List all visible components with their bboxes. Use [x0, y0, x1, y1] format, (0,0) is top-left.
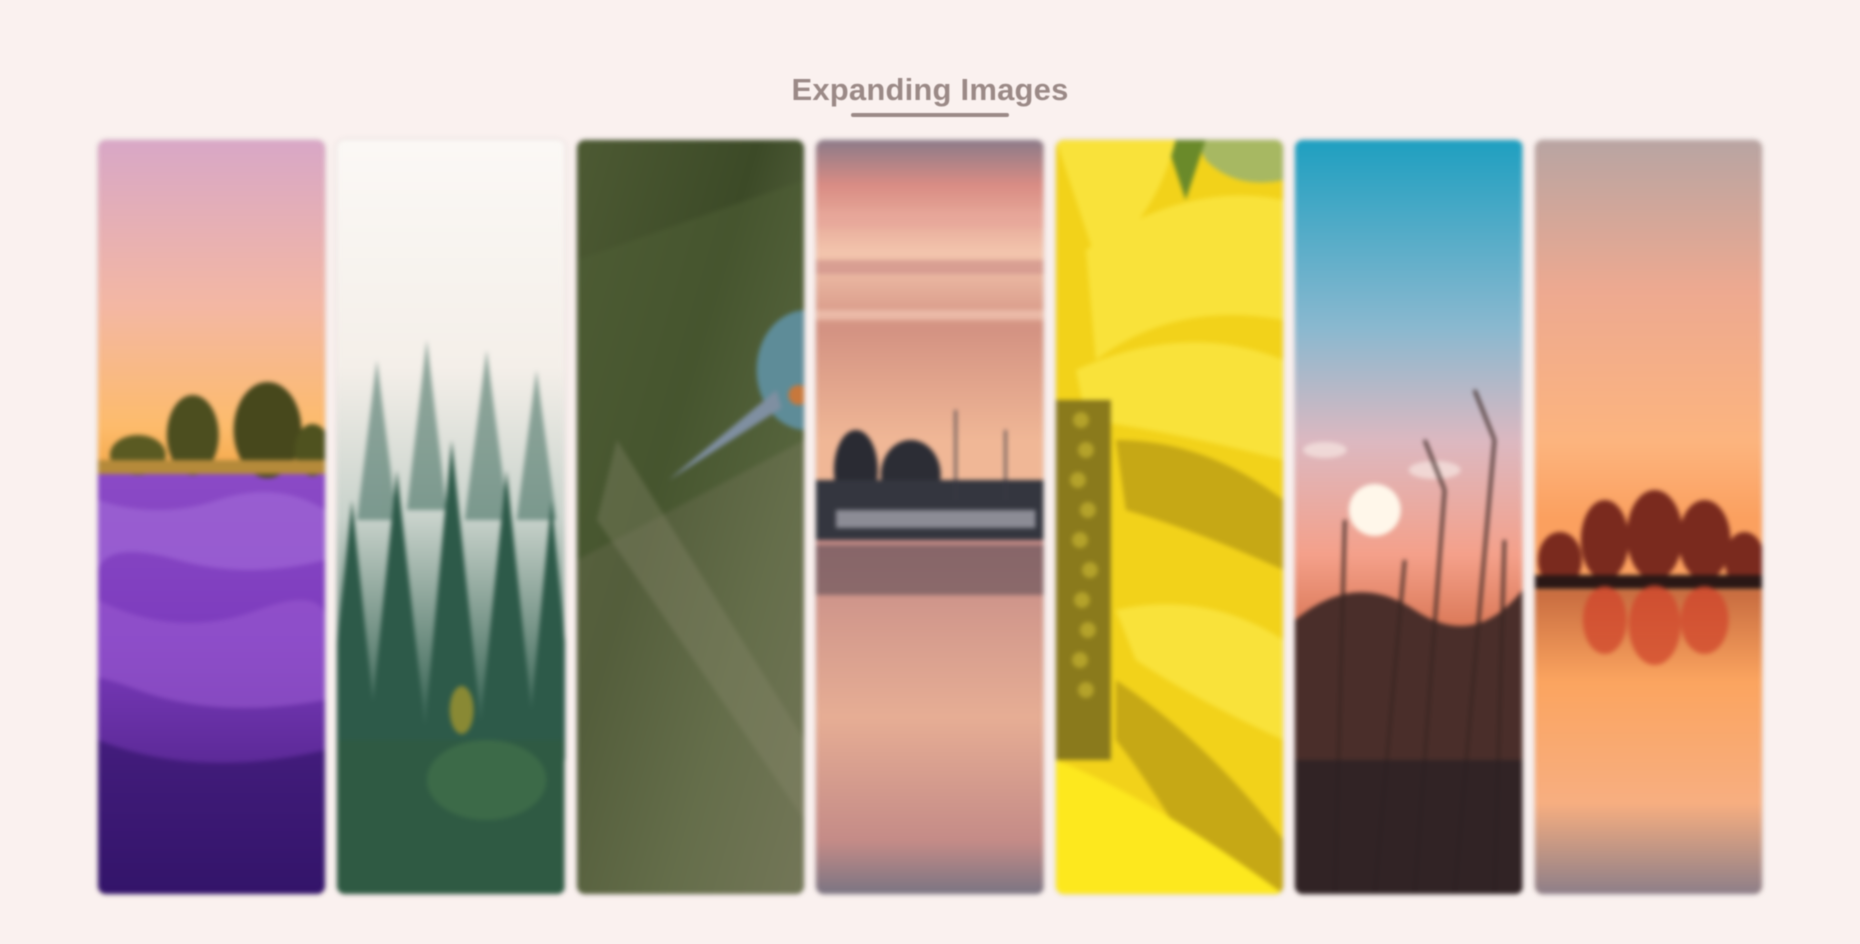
sunflower-closeup-image[interactable]: [1055, 140, 1284, 894]
page-title: Expanding Images: [791, 72, 1069, 107]
lavender-field-sunset-image[interactable]: [98, 140, 326, 894]
kingfisher-bird-image[interactable]: [576, 140, 805, 894]
misty-forest-image[interactable]: [337, 140, 565, 894]
lake-reflection-sunset-image[interactable]: [1534, 140, 1762, 894]
reeds-sunset-image[interactable]: [1295, 140, 1523, 894]
header: Expanding Images: [0, 72, 1860, 108]
image-gallery: [98, 140, 1762, 894]
expanding-images-page: Expanding Images: [0, 0, 1860, 944]
title-underline: [851, 113, 1009, 117]
harbor-sunset-image[interactable]: [816, 140, 1044, 894]
